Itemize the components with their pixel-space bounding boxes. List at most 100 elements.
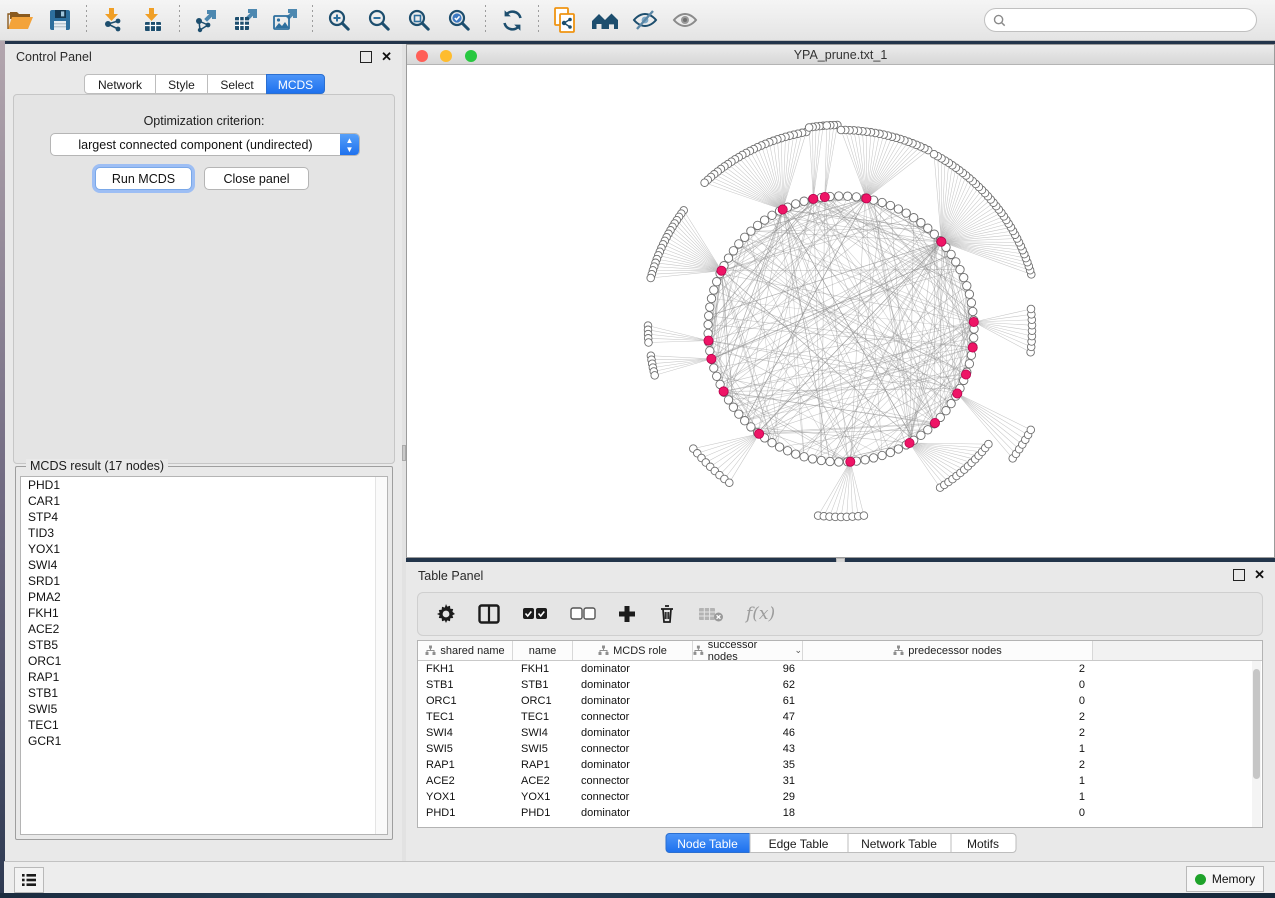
mcds-result-item[interactable]: RAP1 <box>21 669 387 685</box>
network-node[interactable] <box>706 303 714 311</box>
network-node[interactable] <box>713 278 721 286</box>
network-node[interactable] <box>724 396 732 404</box>
close-table-panel-icon[interactable]: ✕ <box>1254 570 1265 580</box>
table-row[interactable]: SWI4SWI4dominator462 <box>418 725 1262 741</box>
network-node[interactable] <box>710 364 718 372</box>
column-header-shared-name[interactable]: shared name <box>418 641 513 660</box>
table-scrollbar[interactable] <box>1252 661 1261 827</box>
mcds-result-item[interactable]: ORC1 <box>21 653 387 669</box>
network-node[interactable] <box>852 193 860 201</box>
network-node[interactable] <box>967 299 975 307</box>
search-field[interactable] <box>984 8 1257 32</box>
show-all-eye-icon[interactable] <box>670 6 700 34</box>
network-node[interactable] <box>963 282 971 290</box>
table-row[interactable]: ACE2ACE2connector311 <box>418 773 1262 789</box>
mcds-list-scrollbar[interactable] <box>375 477 387 834</box>
tab-style[interactable]: Style <box>155 74 208 94</box>
network-node[interactable] <box>952 258 960 266</box>
network-leaf-node[interactable] <box>805 124 813 132</box>
network-node[interactable] <box>768 211 776 219</box>
network-node[interactable] <box>760 216 768 224</box>
mcds-hub-node[interactable] <box>707 354 716 363</box>
network-node[interactable] <box>707 294 715 302</box>
network-node[interactable] <box>792 200 800 208</box>
network-node[interactable] <box>969 307 977 315</box>
network-node[interactable] <box>947 250 955 258</box>
network-node[interactable] <box>783 447 791 455</box>
network-node[interactable] <box>826 457 834 465</box>
zoom-fit-icon[interactable] <box>404 6 434 34</box>
export-image-icon[interactable] <box>271 6 301 34</box>
network-node[interactable] <box>753 221 761 229</box>
network-node[interactable] <box>917 431 925 439</box>
network-node[interactable] <box>843 192 851 200</box>
mcds-result-item[interactable]: PHD1 <box>21 477 387 493</box>
network-node[interactable] <box>910 214 918 222</box>
table-settings-gear-icon[interactable] <box>436 604 456 624</box>
network-leaf-node[interactable] <box>645 339 653 347</box>
mcds-result-item[interactable]: PMA2 <box>21 589 387 605</box>
delete-table-icon[interactable] <box>698 606 724 622</box>
network-node[interactable] <box>894 445 902 453</box>
network-node[interactable] <box>808 455 816 463</box>
network-node[interactable] <box>942 407 950 415</box>
network-node[interactable] <box>930 230 938 238</box>
tab-motifs[interactable]: Motifs <box>950 833 1016 853</box>
criterion-dropdown[interactable]: largest connected component (undirected)… <box>50 133 360 156</box>
network-node[interactable] <box>724 254 732 262</box>
mcds-result-item[interactable]: STB1 <box>21 685 387 701</box>
hide-selected-eye-icon[interactable] <box>630 6 660 34</box>
tab-edge-table[interactable]: Edge Table <box>749 833 848 853</box>
network-leaf-node[interactable] <box>823 122 831 130</box>
network-node[interactable] <box>729 247 737 255</box>
mcds-result-item[interactable]: STB5 <box>21 637 387 653</box>
export-table-icon[interactable] <box>231 6 261 34</box>
network-node[interactable] <box>902 209 910 217</box>
network-node[interactable] <box>861 456 869 464</box>
tab-select[interactable]: Select <box>207 74 267 94</box>
table-row[interactable]: PHD1PHD1dominator180 <box>418 805 1262 821</box>
network-node[interactable] <box>706 347 714 355</box>
mcds-hub-node[interactable] <box>809 194 818 203</box>
network-node[interactable] <box>894 205 902 213</box>
network-node[interactable] <box>947 399 955 407</box>
tab-network-table[interactable]: Network Table <box>847 833 951 853</box>
network-node[interactable] <box>729 403 737 411</box>
network-node[interactable] <box>835 458 843 466</box>
network-node[interactable] <box>960 273 968 281</box>
export-network-icon[interactable] <box>191 6 221 34</box>
table-row[interactable]: STB1STB1dominator620 <box>418 677 1262 693</box>
mcds-hub-node[interactable] <box>755 429 764 438</box>
delete-column-icon[interactable] <box>658 604 676 624</box>
zoom-out-icon[interactable] <box>364 6 394 34</box>
network-leaf-node[interactable] <box>726 479 734 487</box>
network-leaf-node[interactable] <box>701 179 709 187</box>
mcds-result-item[interactable]: GCR1 <box>21 733 387 749</box>
task-history-button[interactable] <box>14 867 44 893</box>
mcds-result-item[interactable]: YOX1 <box>21 541 387 557</box>
network-node[interactable] <box>800 197 808 205</box>
network-node[interactable] <box>775 443 783 451</box>
zoom-selected-icon[interactable] <box>444 6 474 34</box>
refresh-icon[interactable] <box>497 6 527 34</box>
network-node[interactable] <box>878 451 886 459</box>
column-header-successor-nodes[interactable]: successor nodes⌄ <box>693 641 803 660</box>
table-row[interactable]: RAP1RAP1dominator352 <box>418 757 1262 773</box>
mcds-hub-node[interactable] <box>717 266 726 275</box>
mcds-result-item[interactable]: SWI4 <box>21 557 387 573</box>
mcds-hub-node[interactable] <box>778 205 787 214</box>
network-leaf-node[interactable] <box>930 150 938 158</box>
network-leaf-node[interactable] <box>1027 305 1035 313</box>
column-header-name[interactable]: name <box>513 641 573 660</box>
table-row[interactable]: YOX1YOX1connector291 <box>418 789 1262 805</box>
network-leaf-node[interactable] <box>860 512 868 520</box>
network-node[interactable] <box>835 192 843 200</box>
tab-node-table[interactable]: Node Table <box>665 833 750 853</box>
close-panel-icon[interactable]: ✕ <box>381 52 392 62</box>
mcds-hub-node[interactable] <box>968 343 977 352</box>
mcds-result-item[interactable]: SRD1 <box>21 573 387 589</box>
network-graph-canvas[interactable] <box>407 65 1274 557</box>
network-node[interactable] <box>965 360 973 368</box>
tab-network[interactable]: Network <box>84 74 156 94</box>
table-row[interactable]: ORC1ORC1dominator610 <box>418 693 1262 709</box>
